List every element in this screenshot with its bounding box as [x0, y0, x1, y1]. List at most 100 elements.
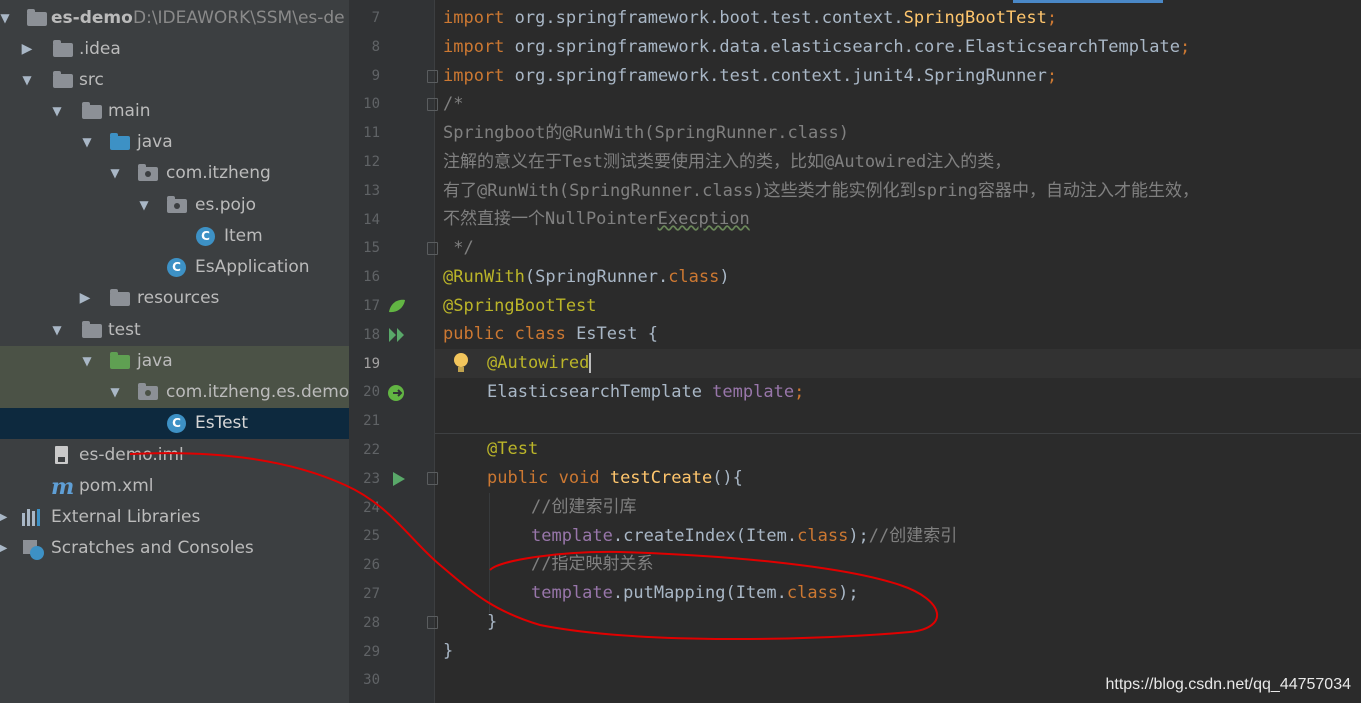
line-number[interactable]: 29	[349, 638, 380, 667]
scratches-icon	[22, 539, 44, 560]
chevron-down-icon[interactable]: ▼	[108, 158, 122, 189]
code-line-23: public void testCreate(){	[487, 468, 743, 488]
tree-item-pom-xml[interactable]: m pom.xml	[0, 471, 349, 502]
autowired-bean-icon[interactable]	[387, 384, 407, 406]
tree-item-com-itzheng[interactable]: ▼ com.itzheng	[0, 158, 349, 189]
line-number[interactable]: 28	[349, 609, 380, 638]
tree-item-es-demo[interactable]: ▼ es-demo D:\IDEAWORK\SSM\es-de	[0, 3, 349, 34]
chevron-right-icon[interactable]: ▶	[0, 533, 9, 564]
folder-icon	[82, 321, 102, 338]
tree-label: Item	[224, 226, 263, 246]
code-line-9: import org.springframework.test.context.…	[443, 66, 1058, 86]
line-number[interactable]: 10	[349, 90, 380, 119]
line-number[interactable]: 24	[349, 494, 380, 523]
line-number[interactable]: 11	[349, 119, 380, 148]
chevron-down-icon[interactable]: ▼	[137, 190, 151, 221]
tree-label: test	[108, 320, 141, 340]
tree-item-src[interactable]: ▼ src	[0, 65, 349, 96]
line-number[interactable]: 30	[349, 666, 380, 695]
line-number[interactable]: 17	[349, 292, 380, 321]
tree-item-idea[interactable]: ▶ .idea	[0, 34, 349, 65]
code-line-16: @RunWith(SpringRunner.class)	[443, 267, 730, 287]
code-line-29: }	[443, 641, 454, 661]
code-line-27: template.putMapping(Item.class);	[531, 583, 859, 603]
tree-item-resources[interactable]: ▶ resources	[0, 283, 349, 314]
line-number[interactable]: 7	[349, 4, 380, 33]
chevron-down-icon[interactable]: ▼	[50, 315, 64, 346]
line-number[interactable]: 19	[349, 350, 380, 379]
chevron-down-icon[interactable]: ▼	[0, 3, 12, 34]
chevron-right-icon[interactable]: ▶	[78, 283, 92, 314]
run-all-icon[interactable]	[388, 327, 406, 347]
libraries-icon	[22, 509, 44, 526]
line-number[interactable]: 25	[349, 522, 380, 551]
tree-item-estest[interactable]: C EsTest	[0, 408, 349, 439]
line-number[interactable]: 20	[349, 378, 380, 407]
tree-item-es-pojo[interactable]: ▼ es.pojo	[0, 190, 349, 221]
line-number[interactable]: 21	[349, 407, 380, 436]
project-tree-panel: ▼ es-demo D:\IDEAWORK\SSM\es-de ▶ .idea …	[0, 0, 349, 703]
line-number[interactable]: 27	[349, 580, 380, 609]
tree-label: java	[137, 132, 173, 152]
code-line-14: 不然直接一个NullPointerExecption	[443, 209, 750, 229]
spring-bean-icon[interactable]	[388, 298, 406, 318]
tree-label: resources	[137, 288, 220, 308]
line-number[interactable]: 9	[349, 62, 380, 91]
chevron-right-icon[interactable]: ▶	[0, 502, 9, 533]
spring-boot-class-icon: C	[167, 258, 186, 277]
line-number[interactable]: 15	[349, 234, 380, 263]
chevron-down-icon[interactable]: ▼	[80, 346, 94, 377]
chevron-down-icon[interactable]: ▼	[50, 96, 64, 127]
tree-item-main-java[interactable]: ▼ java	[0, 127, 349, 158]
folder-icon	[27, 9, 47, 26]
code-line-25: template.createIndex(Item.class);//创建索引	[531, 526, 958, 546]
tree-label: com.itzheng	[166, 163, 271, 183]
tree-item-esapplication[interactable]: C EsApplication	[0, 252, 349, 283]
chevron-down-icon[interactable]: ▼	[80, 127, 94, 158]
tree-item-test-java[interactable]: ▼ java	[0, 346, 349, 377]
line-number[interactable]: 23	[349, 465, 380, 494]
tree-item-com-itzheng-es-demo[interactable]: ▼ com.itzheng.es.demo	[0, 377, 349, 408]
tree-item-main[interactable]: ▼ main	[0, 96, 349, 127]
code-editor[interactable]: import org.springframework.boot.test.con…	[435, 0, 1361, 703]
tree-item-es-demo-iml[interactable]: es-demo.iml	[0, 440, 349, 471]
line-number[interactable]: 12	[349, 148, 380, 177]
code-line-24: //创建索引库	[531, 497, 637, 517]
tree-item-test[interactable]: ▼ test	[0, 315, 349, 346]
code-line-22: @Test	[487, 439, 539, 459]
line-number[interactable]: 16	[349, 263, 380, 292]
tree-label: java	[137, 351, 173, 371]
code-line-12: 注解的意义在于Test测试类要使用注入的类，比如@Autowired注入的类，	[443, 152, 1012, 172]
tree-label: EsTest	[195, 413, 249, 433]
code-line-20: ElasticsearchTemplate template;	[487, 382, 805, 402]
line-number[interactable]: 22	[349, 436, 380, 465]
method-separator	[435, 433, 1361, 434]
tree-item-external-libraries[interactable]: ▶ External Libraries	[0, 502, 349, 533]
tree-label: Scratches and Consoles	[51, 538, 254, 558]
tree-item-scratches[interactable]: ▶ Scratches and Consoles	[0, 533, 349, 564]
tree-item-item-class[interactable]: C Item	[0, 221, 349, 252]
folder-icon	[53, 71, 73, 88]
code-line-26: //指定映射关系	[531, 554, 654, 574]
tree-label: main	[108, 101, 151, 121]
line-number[interactable]: 8	[349, 33, 380, 62]
tree-label: src	[79, 70, 104, 90]
code-line-13: 有了@RunWith(SpringRunner.class)这些类才能实例化到s…	[443, 181, 1199, 201]
code-line-28: }	[487, 612, 498, 632]
line-number[interactable]: 14	[349, 206, 380, 235]
chevron-down-icon[interactable]: ▼	[20, 65, 34, 96]
line-number[interactable]: 26	[349, 551, 380, 580]
line-number[interactable]: 13	[349, 177, 380, 206]
line-number[interactable]: 18	[349, 321, 380, 350]
indent-guide	[489, 493, 490, 613]
chevron-right-icon[interactable]: ▶	[20, 34, 34, 65]
module-file-icon	[55, 446, 68, 464]
tree-label: com.itzheng.es.demo	[166, 382, 349, 402]
tree-label: es.pojo	[195, 195, 257, 215]
tree-label: es-demo.iml	[79, 445, 184, 465]
run-test-icon[interactable]	[392, 471, 406, 491]
chevron-down-icon[interactable]: ▼	[108, 377, 122, 408]
watermark: https://blog.csdn.net/qq_44757034	[1105, 676, 1351, 693]
lightbulb-icon[interactable]	[452, 349, 487, 378]
source-folder-icon	[110, 133, 130, 150]
